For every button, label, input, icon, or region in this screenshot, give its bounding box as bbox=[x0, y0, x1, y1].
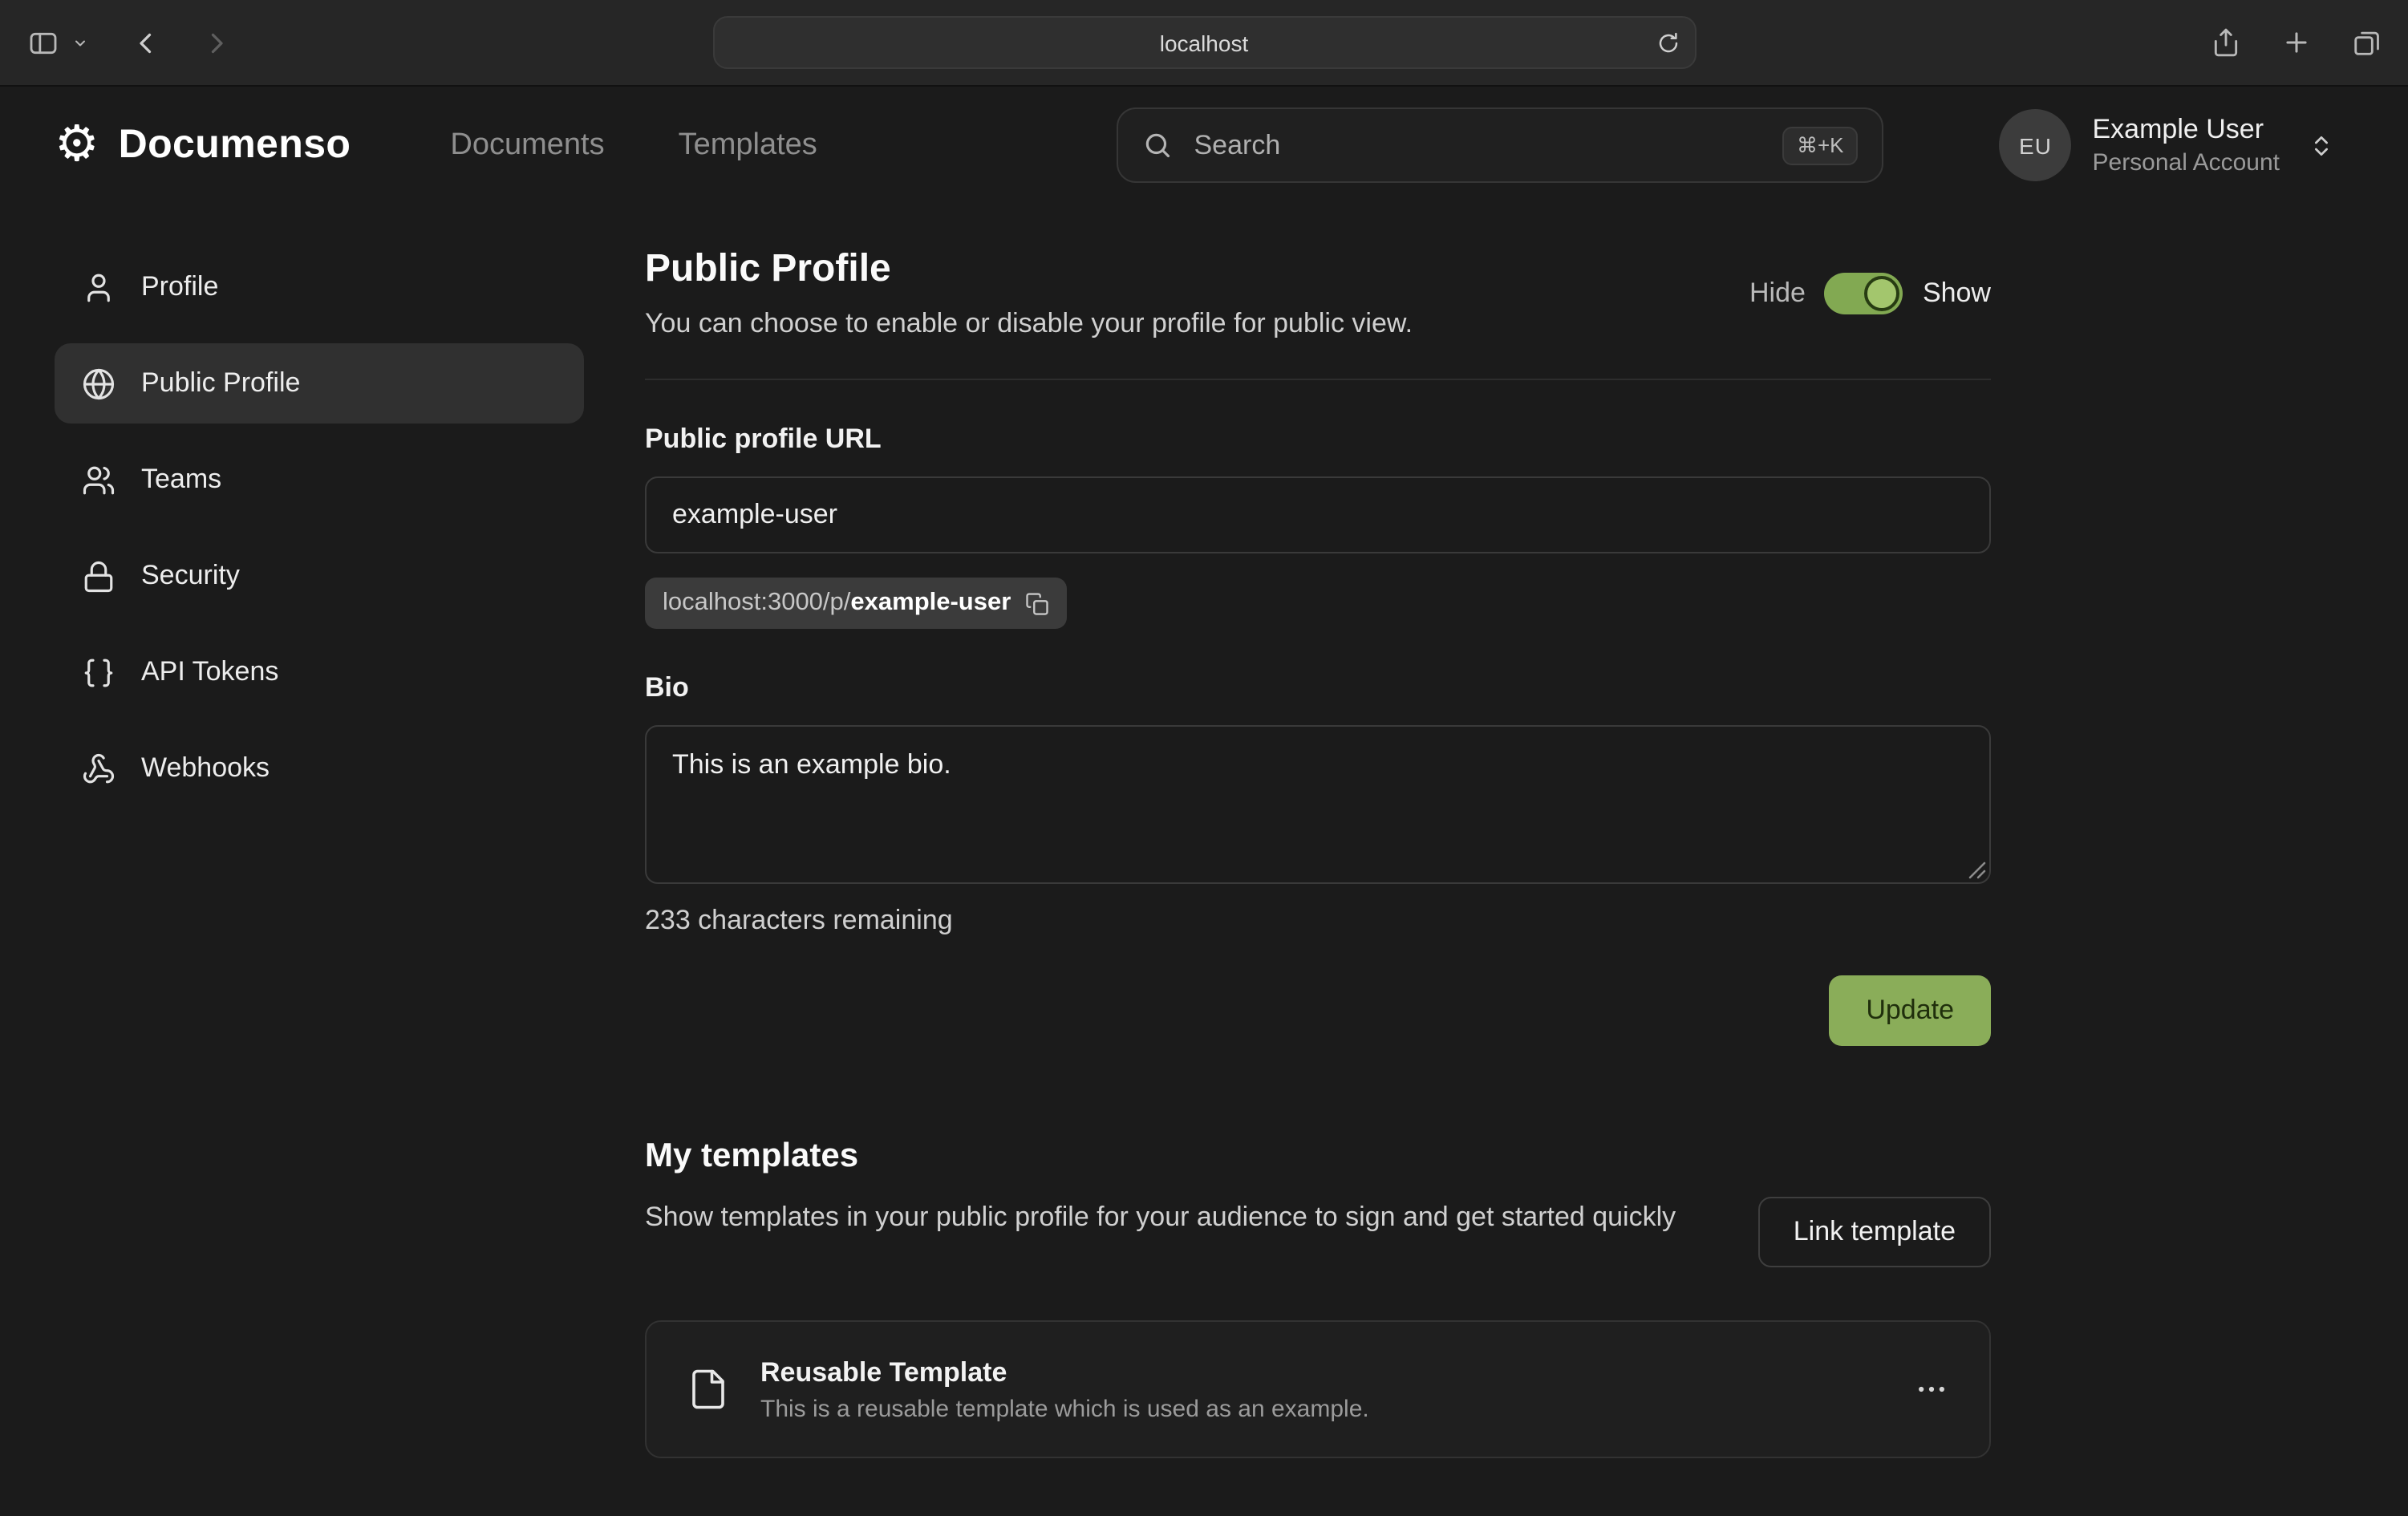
browser-toolbar: localhost bbox=[0, 0, 2408, 87]
update-row: Update bbox=[645, 975, 1991, 1046]
bio-field-wrap: This is an example bio. bbox=[645, 725, 1991, 884]
hide-label: Hide bbox=[1749, 278, 1806, 310]
sidebar-item-label: API Tokens bbox=[141, 656, 278, 688]
screen: localhost ⚙ Documenso Documents Template… bbox=[0, 0, 2408, 1516]
chevrons-up-down-icon bbox=[2309, 132, 2334, 158]
characters-remaining: 233 characters remaining bbox=[645, 905, 1991, 937]
webhook-icon bbox=[82, 752, 116, 785]
settings-content: Public Profile You can choose to enable … bbox=[645, 247, 1991, 1506]
bio-textarea[interactable]: This is an example bio. bbox=[645, 725, 1991, 884]
nav-documents[interactable]: Documents bbox=[450, 128, 604, 163]
profile-url-text: localhost:3000/p/example-user bbox=[663, 589, 1011, 618]
brand-name: Documenso bbox=[119, 122, 351, 168]
toolbar-left bbox=[26, 26, 231, 59]
braces-icon bbox=[82, 655, 116, 689]
documenso-logo-icon: ⚙ bbox=[55, 120, 99, 170]
main-nav: Documents Templates bbox=[450, 128, 817, 163]
globe-icon bbox=[82, 367, 116, 400]
page-title: Public Profile bbox=[645, 247, 1413, 292]
page-subtitle: You can choose to enable or disable your… bbox=[645, 308, 1413, 340]
sidebar-item-security[interactable]: Security bbox=[55, 536, 584, 616]
brand[interactable]: ⚙ Documenso bbox=[55, 120, 351, 170]
settings-layout: Profile Public Profile Teams Security bbox=[0, 204, 2408, 1506]
divider bbox=[645, 379, 1991, 380]
share-icon[interactable] bbox=[2211, 26, 2241, 59]
profile-url-chip[interactable]: localhost:3000/p/example-user bbox=[645, 578, 1067, 629]
sidebar-item-label: Profile bbox=[141, 271, 218, 303]
lock-icon bbox=[82, 559, 116, 593]
my-templates-title: My templates bbox=[645, 1137, 1991, 1176]
toggle-thumb bbox=[1865, 276, 1900, 311]
sidebar-toggle-icon[interactable] bbox=[26, 26, 61, 59]
tab-overview-icon[interactable] bbox=[2352, 27, 2382, 58]
user-menu[interactable]: EU Example User Personal Account bbox=[2000, 109, 2335, 181]
sidebar-item-label: Security bbox=[141, 560, 240, 592]
resize-handle[interactable] bbox=[1968, 861, 1986, 879]
sidebar-item-label: Webhooks bbox=[141, 752, 270, 784]
template-description: This is a reusable template which is use… bbox=[760, 1395, 1369, 1422]
address-bar[interactable]: localhost bbox=[712, 16, 1696, 69]
sidebar-item-webhooks[interactable]: Webhooks bbox=[55, 728, 584, 809]
address-bar-url: localhost bbox=[1160, 30, 1249, 55]
history-nav bbox=[132, 28, 231, 57]
user-account-type: Personal Account bbox=[2093, 148, 2280, 179]
my-templates-section: My templates Show templates in your publ… bbox=[645, 1137, 1991, 1458]
show-label: Show bbox=[1923, 278, 1991, 310]
forward-icon[interactable] bbox=[202, 28, 231, 57]
public-profile-url-input[interactable] bbox=[645, 476, 1991, 553]
search-placeholder: Search bbox=[1194, 129, 1281, 161]
sidebar-item-profile[interactable]: Profile bbox=[55, 247, 584, 327]
bio-label: Bio bbox=[645, 672, 1991, 704]
sidebar-item-label: Public Profile bbox=[141, 367, 300, 399]
search-icon bbox=[1143, 130, 1174, 160]
sidebar-item-public-profile[interactable]: Public Profile bbox=[55, 343, 584, 424]
update-button[interactable]: Update bbox=[1829, 975, 1991, 1046]
reload-icon[interactable] bbox=[1656, 30, 1680, 55]
sidebar-menu-chevron-icon[interactable] bbox=[72, 34, 88, 51]
sidebar-item-teams[interactable]: Teams bbox=[55, 440, 584, 520]
back-icon[interactable] bbox=[132, 28, 160, 57]
user-icon bbox=[82, 270, 116, 304]
sidebar-item-label: Teams bbox=[141, 464, 221, 496]
user-name: Example User bbox=[2093, 111, 2280, 147]
public-profile-url-label: Public profile URL bbox=[645, 424, 1991, 456]
app-header: ⚙ Documenso Documents Templates Search ⌘… bbox=[0, 87, 2408, 204]
template-name: Reusable Template bbox=[760, 1356, 1369, 1388]
templates-header-row: Show templates in your public profile fo… bbox=[645, 1197, 1991, 1267]
more-options-icon[interactable] bbox=[1914, 1372, 1949, 1407]
visibility-toggle[interactable] bbox=[1825, 273, 1903, 314]
nav-templates[interactable]: Templates bbox=[679, 128, 817, 163]
visibility-control: Hide Show bbox=[1749, 273, 1991, 314]
sidebar-item-api-tokens[interactable]: API Tokens bbox=[55, 632, 584, 712]
toolbar-right bbox=[2211, 26, 2382, 59]
copy-icon[interactable] bbox=[1025, 591, 1049, 615]
search-shortcut-badge: ⌘+K bbox=[1782, 126, 1859, 164]
new-tab-icon[interactable] bbox=[2281, 27, 2312, 58]
page-head: Public Profile You can choose to enable … bbox=[645, 247, 1991, 340]
search-input[interactable]: Search ⌘+K bbox=[1117, 107, 1884, 183]
link-template-button[interactable]: Link template bbox=[1758, 1197, 1991, 1267]
file-icon bbox=[687, 1365, 730, 1413]
users-icon bbox=[82, 463, 116, 497]
templates-description: Show templates in your public profile fo… bbox=[645, 1197, 1676, 1239]
template-card: Reusable Template This is a reusable tem… bbox=[645, 1320, 1991, 1458]
avatar: EU bbox=[2000, 109, 2072, 181]
settings-sidebar: Profile Public Profile Teams Security bbox=[55, 247, 584, 1506]
